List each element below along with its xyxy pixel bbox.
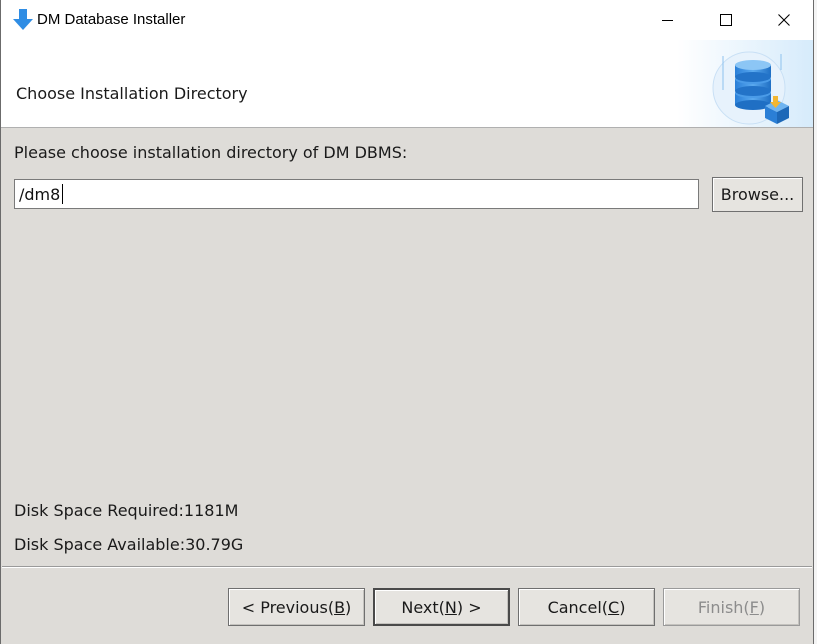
disk-space-required: Disk Space Required:1181M xyxy=(14,501,239,520)
title-bar[interactable]: DM Database Installer xyxy=(1,0,813,40)
text-caret xyxy=(62,184,63,204)
download-arrow-icon xyxy=(13,9,33,30)
previous-label-post: ) xyxy=(345,597,352,617)
previous-label-pre: < Previous( xyxy=(241,597,335,617)
finish-label-post: ) xyxy=(758,597,766,617)
minimize-icon xyxy=(662,20,673,21)
disk-space-available: Disk Space Available:30.79G xyxy=(14,535,244,554)
maximize-icon xyxy=(720,14,732,26)
close-button[interactable] xyxy=(755,0,813,40)
minimize-button[interactable] xyxy=(639,0,697,40)
installer-window: DM Database Installer Choose Installatio… xyxy=(0,0,814,644)
finish-label-pre: Finish( xyxy=(697,597,750,617)
page-title: Choose Installation Directory xyxy=(16,84,248,103)
maximize-button[interactable] xyxy=(697,0,755,40)
previous-mnemonic: B xyxy=(334,597,346,617)
cancel-mnemonic: C xyxy=(608,597,620,617)
cancel-label-pre: Cancel( xyxy=(547,597,609,617)
footer-divider xyxy=(2,566,812,568)
cancel-button[interactable]: Cancel(C) xyxy=(518,588,655,626)
window-title: DM Database Installer xyxy=(37,11,186,28)
next-mnemonic: N xyxy=(444,597,457,617)
finish-button[interactable]: Finish(F) xyxy=(663,588,800,626)
directory-prompt: Please choose installation directory of … xyxy=(14,143,408,162)
step-header: Choose Installation Directory xyxy=(1,40,813,128)
finish-mnemonic: F xyxy=(749,597,759,617)
cancel-label-post: ) xyxy=(619,597,626,617)
next-label-pre: Next( xyxy=(401,597,445,617)
previous-button[interactable]: < Previous(B) xyxy=(228,588,365,626)
close-icon xyxy=(778,14,790,26)
next-label-post: ) > xyxy=(456,597,482,617)
next-button[interactable]: Next(N) > xyxy=(373,588,510,626)
database-installer-icon xyxy=(677,40,813,127)
install-path-input[interactable] xyxy=(14,179,699,209)
browse-button[interactable]: Browse... xyxy=(712,177,803,212)
